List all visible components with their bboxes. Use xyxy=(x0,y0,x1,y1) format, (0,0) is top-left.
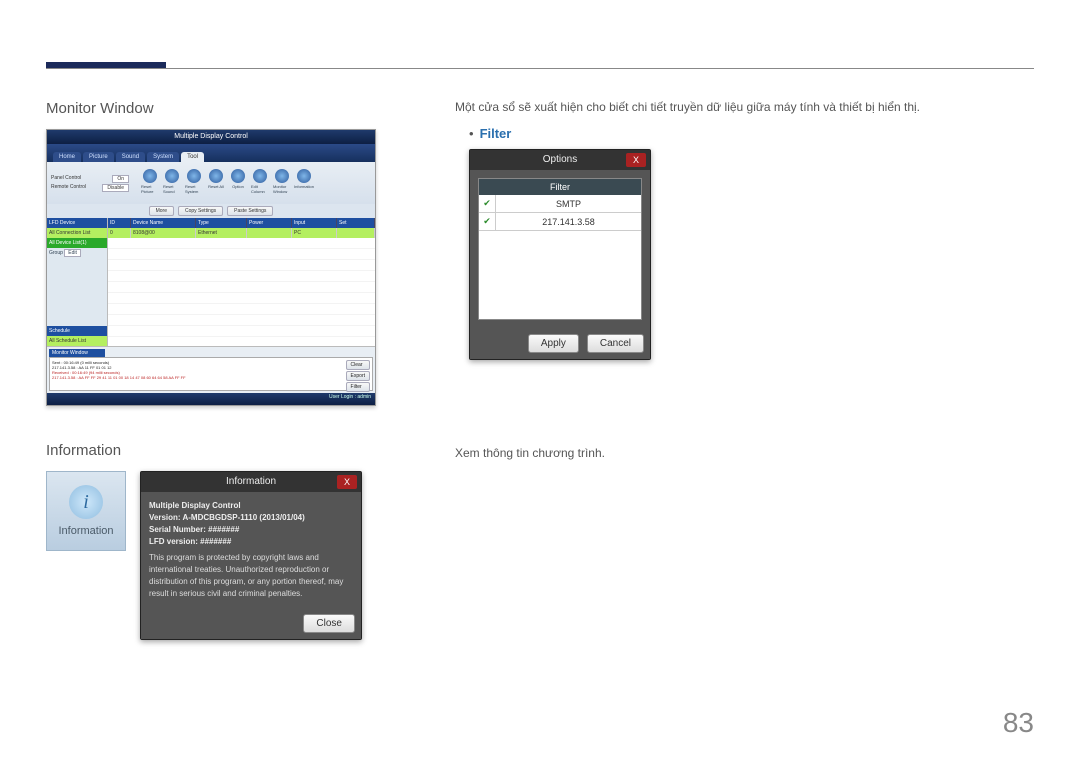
info-legal-text: This program is protected by copyright l… xyxy=(149,552,353,600)
section-title-monitor: Monitor Window xyxy=(46,100,376,117)
edit-column-icon[interactable]: Edit Column xyxy=(251,169,269,197)
sidebar-item-all-connection[interactable]: All Connection List xyxy=(47,228,107,238)
reset-picture-icon[interactable]: Reset Picture xyxy=(141,169,159,197)
monitor-export-button[interactable]: Export xyxy=(346,371,370,381)
filter-empty-area xyxy=(479,231,641,319)
information-description: Xem thông tin chương trình. xyxy=(455,446,1015,460)
toolbar-icons: Reset Picture Reset Sound Reset System R… xyxy=(141,169,313,197)
right-column: Một cửa sổ sẽ xuất hiện cho biết chi tiế… xyxy=(455,100,1015,472)
info-dialog-title: Information X xyxy=(141,472,361,492)
info-close-button[interactable]: Close xyxy=(303,614,355,633)
close-icon[interactable]: X xyxy=(626,153,646,167)
tab-home[interactable]: Home xyxy=(53,152,81,162)
sidebar-item-all-schedule[interactable]: All Schedule List xyxy=(47,336,107,346)
reset-sound-icon[interactable]: Reset Sound xyxy=(163,169,181,197)
header-divider xyxy=(46,68,1034,69)
reset-all-icon[interactable]: Reset All xyxy=(207,169,225,197)
sidebar-header-lfd: LFD Device xyxy=(47,218,107,228)
information-icon[interactable]: Information xyxy=(295,169,313,197)
info-serial: Serial Number: ####### xyxy=(149,524,353,536)
page-number: 83 xyxy=(1003,707,1034,739)
app-tabs: Home Picture Sound System Tool xyxy=(47,144,375,162)
sidebar-edit-button[interactable]: Edit xyxy=(64,249,81,257)
information-dialog: Information X Multiple Display Control V… xyxy=(140,471,362,640)
app-footer: User Login : admin xyxy=(47,393,375,405)
monitor-panel-title: Monitor Window xyxy=(49,349,105,357)
info-lfd-version: LFD version: ####### xyxy=(149,536,353,548)
option-icon[interactable]: Option xyxy=(229,169,247,197)
remote-control-label: Remote Control xyxy=(51,184,86,192)
copy-settings-button[interactable]: Copy Settings xyxy=(178,206,223,216)
monitor-window-description: Một cửa sổ sẽ xuất hiện cho biết chi tiế… xyxy=(455,100,1015,114)
app-sidebar: LFD Device All Connection List All Devic… xyxy=(47,218,108,346)
tab-system[interactable]: System xyxy=(147,152,179,162)
tab-sound[interactable]: Sound xyxy=(116,152,145,162)
cancel-button[interactable]: Cancel xyxy=(587,334,644,353)
info-product-name: Multiple Display Control xyxy=(149,500,353,512)
app-titlebar: Multiple Display Control xyxy=(47,130,375,144)
remote-control-value[interactable]: Disable xyxy=(102,184,129,192)
sidebar-header-schedule: Schedule xyxy=(47,326,107,336)
more-button[interactable]: More xyxy=(149,206,174,216)
app-toolbar: Panel Control On Remote Control Disable Re… xyxy=(47,162,375,204)
monitor-filter-button[interactable]: Filter xyxy=(346,382,370,392)
info-icon-label: Information xyxy=(58,525,113,537)
paste-settings-button[interactable]: Paste Settings xyxy=(227,206,273,216)
sidebar-group-row: Group Edit xyxy=(47,248,107,258)
filter-dialog-title: Options X xyxy=(470,150,650,170)
filter-column-header: Filter xyxy=(479,179,641,195)
check-icon[interactable]: ✔ xyxy=(479,213,496,230)
grid-empty-area xyxy=(108,238,375,346)
apply-button[interactable]: Apply xyxy=(528,334,579,353)
grid-data-row[interactable]: 0 8108@00 Ethernet PC xyxy=(108,228,375,238)
filter-dialog: Options X Filter ✔ SMTP ✔ 217.141.3.58 A… xyxy=(469,149,651,360)
monitor-window-panel: Monitor Window Sent : 00:16:49 (0 milli … xyxy=(47,346,375,393)
filter-row-smtp[interactable]: ✔ SMTP xyxy=(479,195,641,213)
device-grid: ID Device Name Type Power Input Set 0 81… xyxy=(108,218,375,346)
filter-list: Filter ✔ SMTP ✔ 217.141.3.58 xyxy=(478,178,642,320)
filter-bullet: •Filter xyxy=(469,126,1015,141)
panel-control-value[interactable]: On xyxy=(112,175,129,183)
reset-system-icon[interactable]: Reset System xyxy=(185,169,203,197)
panel-control-label: Panel Control xyxy=(51,175,81,183)
grid-header-row: ID Device Name Type Power Input Set xyxy=(108,218,375,228)
monitor-window-icon[interactable]: Monitor Window xyxy=(273,169,291,197)
tab-tool[interactable]: Tool xyxy=(181,152,204,162)
mini-button-row: More Copy Settings Paste Settings xyxy=(47,204,375,218)
left-column: Monitor Window Multiple Display Control … xyxy=(46,100,376,640)
sidebar-item-all-device[interactable]: All Device List(1) xyxy=(47,238,107,248)
monitor-data-line: 217.141.3.58 : AA FF FF 29 41 11 01 00 1… xyxy=(52,375,346,380)
info-icon: i xyxy=(69,485,103,519)
close-icon[interactable]: X xyxy=(337,475,357,489)
information-card-icon[interactable]: i Information xyxy=(46,471,126,551)
info-version: Version: A-MDCBGDSP-1110 (2013/01/04) xyxy=(149,512,353,524)
app-screenshot-monitor: Multiple Display Control Home Picture So… xyxy=(46,129,376,406)
section-title-information: Information xyxy=(46,442,376,459)
check-icon[interactable]: ✔ xyxy=(479,195,496,212)
tab-picture[interactable]: Picture xyxy=(83,152,114,162)
filter-row-ip[interactable]: ✔ 217.141.3.58 xyxy=(479,213,641,231)
monitor-clear-button[interactable]: Clear xyxy=(346,360,370,370)
